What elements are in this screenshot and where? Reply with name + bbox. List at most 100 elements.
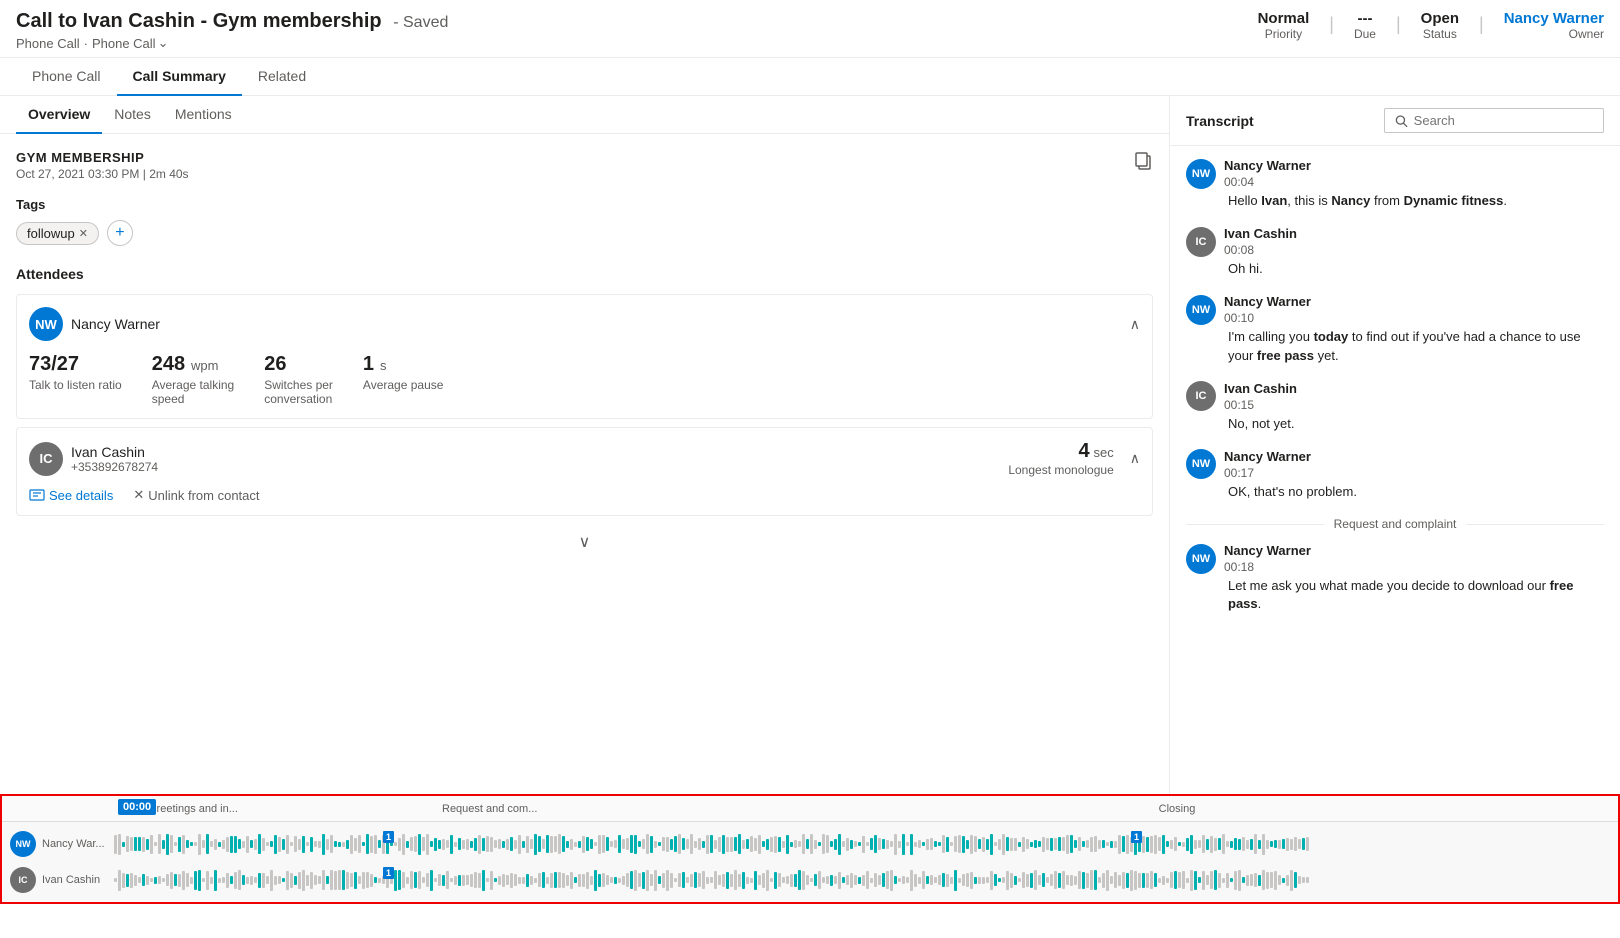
transcript-search-box[interactable]	[1384, 108, 1604, 133]
waveform-bar	[982, 837, 985, 852]
tab-call-summary[interactable]: Call Summary	[117, 58, 242, 96]
waveform-bar	[906, 842, 909, 846]
waveform-bar	[810, 878, 813, 882]
subtab-notes[interactable]: Notes	[102, 96, 163, 134]
waveform-bar	[1306, 837, 1309, 851]
attendee2-phone: +353892678274	[71, 460, 158, 474]
waveform-bar	[394, 842, 397, 846]
waveform-bar	[606, 837, 609, 851]
waveform-bar	[990, 871, 993, 890]
subtitle-dropdown[interactable]: Phone Call ⌄	[92, 35, 169, 51]
waveform-bar	[174, 874, 177, 886]
waveform-bar	[402, 872, 405, 888]
waveform-bar	[954, 836, 957, 852]
subtab-overview[interactable]: Overview	[16, 96, 102, 134]
waveform-bar	[1010, 838, 1013, 851]
tag-text: followup	[27, 226, 75, 241]
waveform-bar	[234, 836, 237, 853]
collapse-ivan-icon[interactable]: ∧	[1130, 450, 1140, 467]
waveform-bar	[1038, 841, 1041, 847]
waveform-bar	[946, 837, 949, 852]
waveform-bar	[574, 842, 577, 847]
waveform-bar	[622, 876, 625, 885]
waveform-bar	[346, 872, 349, 889]
waveform-bar	[482, 870, 485, 891]
stat-unit-4: s	[380, 358, 387, 373]
subtab-mentions[interactable]: Mentions	[163, 96, 244, 134]
waveform-bar	[682, 872, 685, 888]
ivan-right: 4 sec Longest monologue ∧	[1008, 440, 1140, 477]
attendee-name-row-nancy: NW Nancy Warner	[29, 307, 160, 341]
waveform-bar	[894, 876, 897, 884]
waveform-bar	[450, 878, 453, 882]
waveform-bar	[1222, 834, 1225, 854]
waveform-marker-1: 1	[383, 867, 394, 879]
copy-button[interactable]	[1133, 150, 1153, 175]
waveform-bar	[126, 836, 129, 852]
waveform-bar	[1058, 873, 1061, 888]
waveform-bar	[1014, 838, 1017, 851]
waveform-bar	[306, 842, 309, 846]
waveform-bar	[1142, 836, 1145, 853]
tag-remove-icon[interactable]: ✕	[79, 227, 88, 240]
waveform-bar	[330, 870, 333, 890]
waveform-bar	[990, 834, 993, 855]
section-label-1: Greetings and in...	[118, 803, 442, 815]
waveform-bar	[1282, 878, 1285, 883]
waveform-bar	[530, 839, 533, 849]
waveform-bar	[618, 878, 621, 883]
owner-link[interactable]: Nancy Warner	[1504, 10, 1604, 27]
tag-add-button[interactable]: +	[107, 220, 133, 246]
waveform-bar	[1130, 870, 1133, 891]
subtitle-type1: Phone Call	[16, 36, 80, 51]
waveform-name-nancy: Nancy War...	[42, 838, 108, 850]
waveform-bar	[1082, 872, 1085, 889]
waveform-bar	[1110, 841, 1113, 848]
waveform-bar	[230, 836, 233, 853]
waveform-bar	[926, 876, 929, 884]
waveform-bar	[442, 875, 445, 886]
waveform-bar	[486, 836, 489, 852]
waveform-bar	[286, 871, 289, 890]
search-input[interactable]	[1414, 113, 1593, 128]
collapse-nancy-icon[interactable]: ∧	[1130, 316, 1140, 333]
waveform-bar	[150, 835, 153, 854]
right-panel: Transcript NW Nancy Warner 00:04	[1170, 96, 1620, 794]
waveform-bar	[198, 870, 201, 891]
tab-related[interactable]: Related	[242, 58, 322, 96]
waveform-bar	[714, 871, 717, 889]
see-details-link[interactable]: See details	[29, 487, 113, 503]
status-value: Open	[1421, 10, 1459, 27]
waveform-bar	[650, 874, 653, 886]
unlink-text: Unlink from contact	[148, 488, 259, 503]
waveform-bar	[474, 838, 477, 851]
waveform-bar	[242, 841, 245, 848]
waveform-bar	[642, 872, 645, 889]
sub-tabs: Overview Notes Mentions	[0, 96, 1169, 134]
waveform-bar	[1026, 839, 1029, 849]
waveform-bar	[774, 836, 777, 853]
waveform-bar	[802, 834, 805, 854]
waveform-bar	[1170, 872, 1173, 888]
msg-time-6: 00:18	[1224, 560, 1311, 574]
waveform-bar	[374, 835, 377, 854]
attendee-card-ivan: IC Ivan Cashin +353892678274 4 sec	[16, 427, 1153, 516]
tab-phone-call[interactable]: Phone Call	[16, 58, 117, 96]
waveform-bar	[826, 876, 829, 884]
waveform-bar	[566, 875, 569, 886]
stat-value-3: 26	[264, 353, 286, 375]
waveform-bar	[470, 841, 473, 848]
waveform-bar	[778, 873, 781, 887]
waveform-bar	[1170, 840, 1173, 849]
owner-meta: Nancy Warner Owner	[1504, 10, 1604, 41]
transcript-title: Transcript	[1186, 113, 1254, 129]
waveform-bar	[322, 834, 325, 855]
waveform-bar	[182, 871, 185, 890]
unlink-contact-link[interactable]: ✕ Unlink from contact	[133, 487, 259, 503]
waveform-bar	[1302, 877, 1305, 883]
left-panel: Overview Notes Mentions GYM MEMBERSHIP O…	[0, 96, 1170, 794]
waveform-bar	[910, 834, 913, 855]
expand-button[interactable]: ∨	[16, 524, 1153, 560]
section-divider-request: Request and complaint	[1186, 517, 1604, 531]
waveform-bar	[790, 874, 793, 887]
